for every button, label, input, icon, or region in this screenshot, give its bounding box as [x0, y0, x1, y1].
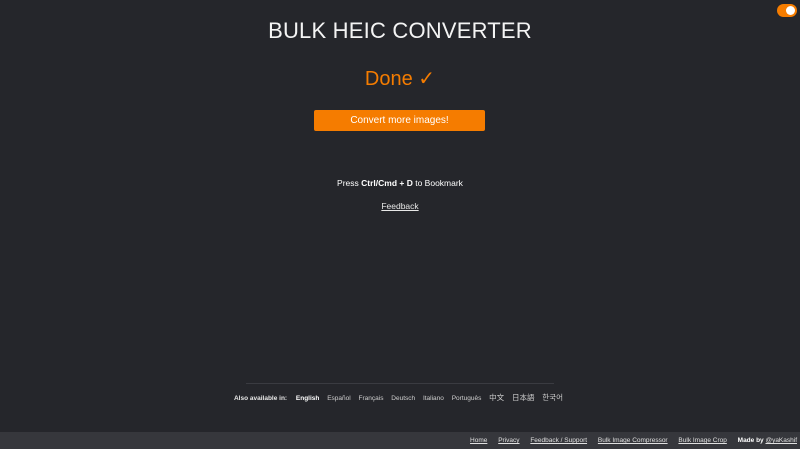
page-title: BULK HEIC CONVERTER [268, 18, 532, 43]
done-status: Done ✓ [364, 68, 436, 90]
convert-more-button[interactable]: Convert more images! [314, 110, 485, 131]
language-portugues[interactable]: Português [452, 395, 482, 402]
language-label: Also available in: [233, 395, 288, 402]
language-english[interactable]: English [296, 395, 319, 402]
language-divider [246, 383, 554, 384]
language-japanese[interactable]: 日本語 [512, 393, 535, 402]
made-by-author-link[interactable]: @yaKashif [765, 437, 797, 444]
bookmark-shortcut: Ctrl/Cmd + D [361, 178, 413, 188]
toggle-knob-icon [786, 6, 795, 15]
made-by-prefix: Made by [737, 437, 766, 444]
language-deutsch[interactable]: Deutsch [391, 395, 415, 402]
feedback-link[interactable]: Feedback [381, 201, 418, 211]
footer-link-home[interactable]: Home [470, 437, 487, 444]
language-korean[interactable]: 한국어 [542, 393, 563, 402]
language-chinese[interactable]: 中文 [489, 393, 504, 402]
bookmark-suffix: to Bookmark [412, 178, 463, 188]
footer-link-privacy[interactable]: Privacy [498, 437, 519, 444]
language-francais[interactable]: Français [359, 395, 384, 402]
theme-toggle-switch[interactable] [777, 4, 797, 17]
language-espanol[interactable]: Español [327, 395, 351, 402]
footer-link-bulk-image-compressor[interactable]: Bulk Image Compressor [598, 437, 668, 444]
page: BULK HEIC CONVERTER Done ✓ Convert more … [0, 0, 800, 449]
made-by-credit: Made by @yaKashif [738, 437, 797, 444]
footer-links: Home Privacy Feedback / Support Bulk Ima… [461, 432, 797, 449]
footer-link-feedback-support[interactable]: Feedback / Support [530, 437, 587, 444]
footer-link-bulk-image-crop[interactable]: Bulk Image Crop [678, 437, 726, 444]
language-italiano[interactable]: Italiano [423, 395, 444, 402]
footer-bar: Home Privacy Feedback / Support Bulk Ima… [0, 432, 800, 449]
bookmark-prefix: Press [337, 178, 362, 188]
feedback-row: Feedback [0, 201, 800, 211]
bookmark-hint: Press Ctrl/Cmd + D to Bookmark [0, 178, 800, 188]
language-switcher: Also available in: English Español Franç… [0, 392, 800, 403]
